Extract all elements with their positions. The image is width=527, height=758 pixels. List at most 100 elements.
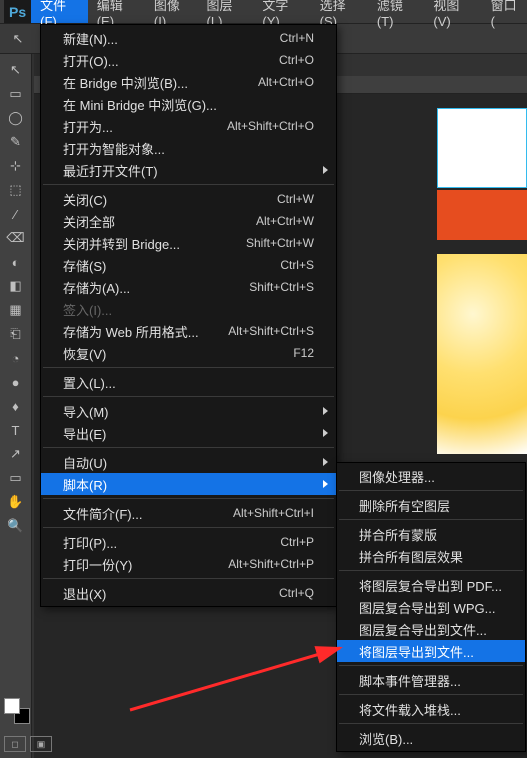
menu-separator: [43, 447, 334, 448]
menu-separator: [43, 367, 334, 368]
submenu-arrow-icon: [323, 407, 328, 415]
tool-move[interactable]: ↖: [4, 59, 28, 81]
tool-wand[interactable]: ✎: [4, 131, 28, 153]
menu-select[interactable]: 选择(S): [311, 0, 368, 23]
file-menu-item[interactable]: 存储为 Web 所用格式...Alt+Shift+Ctrl+S: [41, 320, 336, 342]
menu-item-shortcut: Ctrl+O: [279, 53, 314, 67]
menu-item-label: 浏览(B)...: [359, 729, 503, 748]
file-menu-item[interactable]: 关闭并转到 Bridge...Shift+Ctrl+W: [41, 232, 336, 254]
submenu-arrow-icon: [323, 480, 328, 488]
script-menu-item[interactable]: 图像处理器...: [337, 465, 525, 487]
file-menu-item[interactable]: 新建(N)...Ctrl+N: [41, 27, 336, 49]
menu-separator: [43, 396, 334, 397]
tool-stamp[interactable]: ◐: [4, 251, 28, 273]
tool-marquee[interactable]: ▭: [4, 83, 28, 105]
script-menu-item[interactable]: 拼合所有图层效果: [337, 545, 525, 567]
canvas-region-orange: [437, 190, 527, 240]
menu-view[interactable]: 视图(V): [424, 0, 481, 23]
file-menu-item[interactable]: 导出(E): [41, 422, 336, 444]
script-menu-item[interactable]: 图层复合导出到 WPG...: [337, 596, 525, 618]
script-menu-item[interactable]: 将文件载入堆栈...: [337, 698, 525, 720]
file-menu-item[interactable]: 打印一份(Y)Alt+Shift+Ctrl+P: [41, 553, 336, 575]
quick-mask-icon[interactable]: ◻: [4, 736, 26, 752]
screen-mode-icon[interactable]: ▣: [30, 736, 52, 752]
file-menu-item[interactable]: 恢复(V)F12: [41, 342, 336, 364]
file-menu-item[interactable]: 文件简介(F)...Alt+Shift+Ctrl+I: [41, 502, 336, 524]
tool-hand[interactable]: ✋: [4, 491, 28, 513]
menu-item-shortcut: Alt+Ctrl+O: [258, 75, 314, 89]
script-menu-item[interactable]: 将图层导出到文件...: [337, 640, 525, 662]
menu-item-label: 签入(I)...: [63, 300, 314, 319]
menu-item-label: 关闭(C): [63, 190, 277, 209]
tools-panel: ↖ ▭ ◯ ✎ ⊹ ⬚ ∕ ⌫ ◐ ◧ ▦ ⎗ ◔ ● ♦ T ↗ ▭ ✋ 🔍 …: [0, 54, 32, 758]
menu-item-label: 图层复合导出到 WPG...: [359, 598, 503, 617]
color-swatch[interactable]: [4, 698, 30, 724]
menu-item-label: 将文件载入堆栈...: [359, 700, 503, 719]
menu-item-label: 自动(U): [63, 453, 314, 472]
menu-item-shortcut: Shift+Ctrl+W: [246, 236, 314, 250]
tool-lasso[interactable]: ◯: [4, 107, 28, 129]
file-menu-item[interactable]: 导入(M): [41, 400, 336, 422]
file-menu-item: 签入(I)...: [41, 298, 336, 320]
tool-shape[interactable]: ▭: [4, 467, 28, 489]
tool-blur[interactable]: ◔: [4, 347, 28, 369]
file-menu-item[interactable]: 在 Bridge 中浏览(B)...Alt+Ctrl+O: [41, 71, 336, 93]
menu-edit[interactable]: 编辑(E): [88, 0, 145, 23]
menu-item-shortcut: Ctrl+S: [280, 258, 314, 272]
menu-separator: [339, 665, 523, 666]
tool-history[interactable]: ◧: [4, 275, 28, 297]
file-menu-item[interactable]: 置入(L)...: [41, 371, 336, 393]
menu-item-shortcut: Alt+Shift+Ctrl+I: [233, 506, 314, 520]
menu-item-label: 退出(X): [63, 584, 279, 603]
file-menu-item[interactable]: 关闭全部Alt+Ctrl+W: [41, 210, 336, 232]
tool-brush[interactable]: ⌫: [4, 227, 28, 249]
tool-eraser[interactable]: ▦: [4, 299, 28, 321]
file-menu-item[interactable]: 存储(S)Ctrl+S: [41, 254, 336, 276]
app-logo: Ps: [4, 0, 31, 23]
menu-window[interactable]: 窗口(: [482, 0, 527, 23]
script-menu-item[interactable]: 脚本事件管理器...: [337, 669, 525, 691]
menu-item-shortcut: Ctrl+W: [277, 192, 314, 206]
foreground-color[interactable]: [4, 698, 20, 714]
file-menu-item[interactable]: 自动(U): [41, 451, 336, 473]
menu-item-label: 将图层复合导出到 PDF...: [359, 576, 503, 595]
script-menu-item[interactable]: 拼合所有蒙版: [337, 523, 525, 545]
tool-gradient[interactable]: ⎗: [4, 323, 28, 345]
menu-item-label: 打开为智能对象...: [63, 139, 314, 158]
file-menu-item[interactable]: 关闭(C)Ctrl+W: [41, 188, 336, 210]
script-menu-item[interactable]: 图层复合导出到文件...: [337, 618, 525, 640]
file-menu-item[interactable]: 打开(O)...Ctrl+O: [41, 49, 336, 71]
tool-path[interactable]: ↗: [4, 443, 28, 465]
tool-dodge[interactable]: ●: [4, 371, 28, 393]
tool-zoom[interactable]: 🔍: [4, 515, 28, 537]
menu-file[interactable]: 文件(F): [31, 0, 88, 23]
tool-type[interactable]: T: [4, 419, 28, 441]
tool-eyedropper[interactable]: ⬚: [4, 179, 28, 201]
menu-image[interactable]: 图像(I): [145, 0, 198, 23]
tool-pen[interactable]: ♦: [4, 395, 28, 417]
menu-separator: [339, 570, 523, 571]
file-menu-item[interactable]: 脚本(R): [41, 473, 336, 495]
file-menu-item[interactable]: 在 Mini Bridge 中浏览(G)...: [41, 93, 336, 115]
menu-item-label: 在 Bridge 中浏览(B)...: [63, 73, 258, 92]
file-menu-item[interactable]: 存储为(A)...Shift+Ctrl+S: [41, 276, 336, 298]
script-menu-item[interactable]: 删除所有空图层: [337, 494, 525, 516]
menu-type[interactable]: 文字(Y): [253, 0, 310, 23]
menu-separator: [339, 519, 523, 520]
file-menu-item[interactable]: 打开为智能对象...: [41, 137, 336, 159]
script-menu-item[interactable]: 浏览(B)...: [337, 727, 525, 749]
tool-heal[interactable]: ∕: [4, 203, 28, 225]
menu-item-label: 拼合所有图层效果: [359, 547, 503, 566]
file-menu-item[interactable]: 打印(P)...Ctrl+P: [41, 531, 336, 553]
menu-layer[interactable]: 图层(L): [198, 0, 254, 23]
tool-crop[interactable]: ⊹: [4, 155, 28, 177]
menu-filter[interactable]: 滤镜(T): [368, 0, 425, 23]
script-menu-item[interactable]: 将图层复合导出到 PDF...: [337, 574, 525, 596]
file-menu-item[interactable]: 最近打开文件(T): [41, 159, 336, 181]
menubar: Ps 文件(F) 编辑(E) 图像(I) 图层(L) 文字(Y) 选择(S) 滤…: [0, 0, 527, 24]
menu-separator: [43, 498, 334, 499]
file-menu-item[interactable]: 退出(X)Ctrl+Q: [41, 582, 336, 604]
menu-item-shortcut: Alt+Shift+Ctrl+O: [227, 119, 314, 133]
file-menu-item[interactable]: 打开为...Alt+Shift+Ctrl+O: [41, 115, 336, 137]
menu-item-label: 恢复(V): [63, 344, 293, 363]
